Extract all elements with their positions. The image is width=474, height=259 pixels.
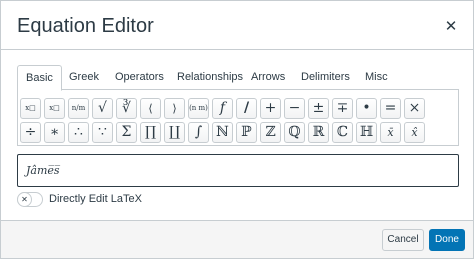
tab-list: Basic Greek Operators Relationships Arro… [17,65,459,91]
plus-button[interactable]: + [260,98,281,119]
superscript-button[interactable]: x□ [44,98,65,119]
minus-plus-button[interactable]: ∓ [332,98,353,119]
close-icon: ✕ [18,193,31,206]
integral-button[interactable]: ∫ [188,122,209,143]
binomial-button[interactable]: (n m) [188,98,209,119]
equation-value: Jâme̅s̅ [26,164,60,177]
right-angle-button[interactable]: ⟩ [164,98,185,119]
slash-button[interactable]: / [236,98,257,119]
times-button[interactable]: × [404,98,425,119]
minus-button[interactable]: − [284,98,305,119]
dialog-header: Equation Editor ✕ [1,1,473,50]
asterisk-button[interactable]: ∗ [44,122,65,143]
integers-button[interactable]: ℤ [260,122,281,143]
product-button[interactable]: ∏ [140,122,161,143]
quaternions-button[interactable]: ℍ [356,122,377,143]
latex-toggle[interactable]: ✕ [17,192,43,207]
rationals-button[interactable]: ℚ [284,122,305,143]
reals-button[interactable]: ℝ [308,122,329,143]
square-root-button[interactable]: √ [92,98,113,119]
function-button[interactable]: f [212,98,233,119]
symbol-panel: x□ x□ n/m √ ∛ ⟨ ⟩ (n m) f / + − ± ∓ • = … [17,90,459,146]
complex-button[interactable]: ℂ [332,122,353,143]
bullet-button[interactable]: • [356,98,377,119]
close-icon[interactable]: ✕ [441,16,461,36]
plus-minus-button[interactable]: ± [308,98,329,119]
cancel-button[interactable]: Cancel [382,229,424,251]
left-angle-button[interactable]: ⟨ [140,98,161,119]
tab-arrows[interactable]: Arrows [251,65,285,90]
tab-greek[interactable]: Greek [69,65,99,90]
tab-operators[interactable]: Operators [115,65,164,90]
naturals-button[interactable]: ℕ [212,122,233,143]
nth-root-button[interactable]: ∛ [116,98,137,119]
equals-button[interactable]: = [380,98,401,119]
therefore-button[interactable]: ∴ [68,122,89,143]
subscript-button[interactable]: x□ [20,98,41,119]
equation-input[interactable]: Jâme̅s̅ [17,154,459,187]
coproduct-button[interactable]: ∐ [164,122,185,143]
tab-relationships[interactable]: Relationships [177,65,243,90]
primes-button[interactable]: ℙ [236,122,257,143]
sum-button[interactable]: Σ [116,122,137,143]
divide-button[interactable]: ÷ [20,122,41,143]
fraction-button[interactable]: n/m [68,98,89,119]
tab-delimiters[interactable]: Delimiters [301,65,350,90]
because-button[interactable]: ∵ [92,122,113,143]
dialog-title: Equation Editor [17,15,154,37]
equation-editor-dialog: Equation Editor ✕ Basic Greek Operators … [0,0,474,259]
dialog-footer: Cancel Done [1,220,473,258]
done-button[interactable]: Done [429,229,465,251]
latex-toggle-label: Directly Edit LaTeX [49,193,142,205]
hat-button[interactable]: x̂ [404,122,425,143]
tab-basic[interactable]: Basic [17,65,62,91]
overline-button[interactable]: x̄ [380,122,401,143]
tab-misc[interactable]: Misc [365,65,388,90]
